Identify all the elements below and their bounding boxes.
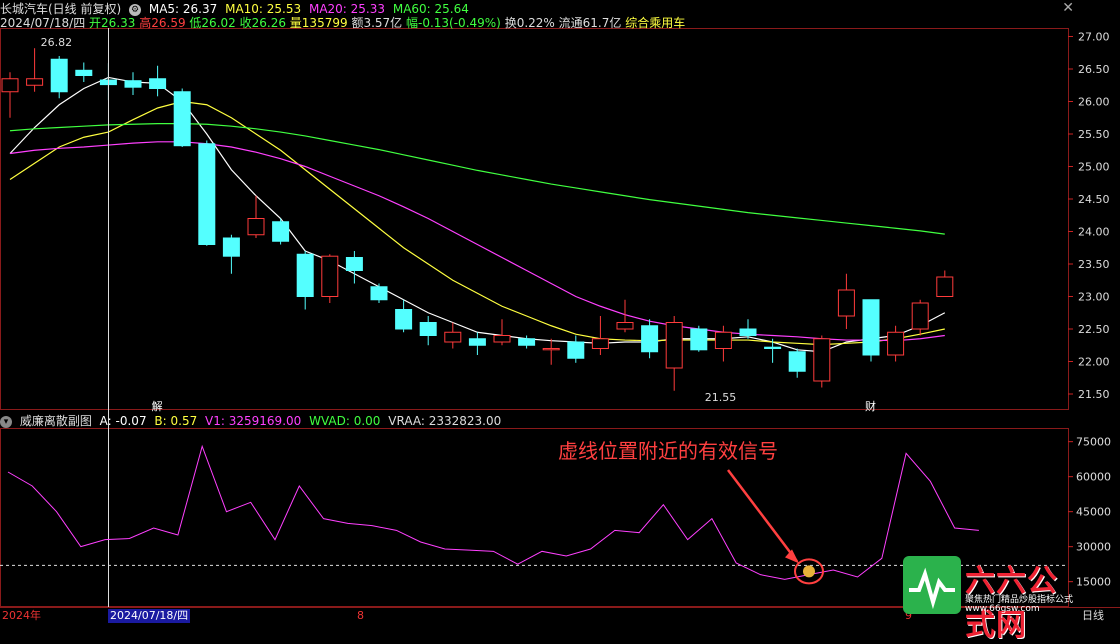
signal-annotation: 虚线位置附近的有效信号 <box>558 439 778 463</box>
candle-body-18 <box>444 331 462 343</box>
sub-vraa: VRAA: 2332823.00 <box>388 414 502 428</box>
logo-url: www.66gsw.com <box>965 604 1040 614</box>
candle-body-17 <box>419 322 437 336</box>
sub-v1: V1: 3259169.00 <box>205 414 302 428</box>
close-icon[interactable]: ✕ <box>1062 0 1074 16</box>
vraa-line <box>7 444 979 580</box>
candle-body-6 <box>149 78 167 89</box>
candle-body-5 <box>124 80 142 88</box>
annotation-label-3: 财 <box>865 399 876 413</box>
ma-line-ma5 <box>9 76 946 353</box>
y-tick-label-10: 22.00 <box>1078 356 1110 369</box>
quote-change: 幅-0.13(-0.49%) <box>406 16 501 30</box>
annotation-label-2: 解 <box>152 399 163 413</box>
sub-y-tick-label-0: 75000 <box>1076 436 1111 449</box>
candle-body-31 <box>764 346 782 350</box>
sub-a: A: -0.07 <box>99 414 147 428</box>
sub-b: B: 0.57 <box>154 414 198 428</box>
quote-line: 2024/07/18/四 开26.33 高26.59 低26.02 收26.26… <box>0 14 689 32</box>
y-tick-label-3: 25.50 <box>1078 128 1110 141</box>
quote-volume: 量135799 <box>289 16 348 30</box>
y-tick-label-4: 25.00 <box>1078 161 1110 174</box>
candle-body-34 <box>837 289 855 317</box>
x-label-aug: 8 <box>357 609 364 622</box>
candle-body-16 <box>395 309 413 330</box>
quote-low: 低26.02 <box>189 16 236 30</box>
candle-body-10 <box>247 218 265 236</box>
ma-line-ma10 <box>9 100 945 346</box>
quote-float: 流通61.7亿 <box>558 16 622 30</box>
sub-header: ▾ 威廉离散副图 A: -0.07 B: 0.57 V1: 3259169.00… <box>0 412 505 430</box>
candle-body-0 <box>1 78 19 93</box>
annotation-label-0: 26.82 <box>41 36 73 49</box>
y-tick-label-5: 24.50 <box>1078 193 1110 206</box>
site-logo: 六六公式网 聚焦热门精品炒股指标公式 www.66gsw.com <box>903 556 1073 643</box>
candle-body-32 <box>788 351 806 372</box>
y-tick-label-0: 27.00 <box>1078 31 1110 44</box>
signal-arrow <box>727 469 798 563</box>
quote-close: 收26.26 <box>239 16 286 30</box>
logo-mark-icon <box>903 556 961 614</box>
candle-body-35 <box>862 299 880 356</box>
candle-body-26 <box>641 325 659 353</box>
candle-body-14 <box>345 257 363 271</box>
period-label[interactable]: 日线 <box>1082 609 1104 623</box>
money-bag-icon <box>803 565 815 578</box>
y-tick-label-2: 26.00 <box>1078 96 1110 109</box>
arrow-head-icon <box>785 549 799 564</box>
candle-body-37 <box>911 302 929 330</box>
candle-body-13 <box>321 255 339 298</box>
candle-body-27 <box>665 322 683 369</box>
candle-body-19 <box>468 338 486 346</box>
candle-body-24 <box>591 338 609 349</box>
quote-high: 高26.59 <box>139 16 186 30</box>
sub-wvad: WVAD: 0.00 <box>309 414 381 428</box>
candle-body-2 <box>50 58 68 93</box>
candle-body-11 <box>272 221 290 242</box>
candle-body-12 <box>296 253 314 297</box>
candle-body-36 <box>887 331 905 356</box>
candle-body-23 <box>567 341 585 359</box>
sub-y-tick-label-2: 45000 <box>1076 506 1111 519</box>
quote-sector[interactable]: 综合乘用车 <box>625 16 685 30</box>
annotation-label-1: 21.55 <box>705 391 737 404</box>
candle-body-25 <box>616 322 634 330</box>
candle-body-15 <box>370 286 388 301</box>
y-tick-label-7: 23.50 <box>1078 258 1110 271</box>
quote-date: 2024/07/18/四 <box>0 16 86 30</box>
quote-amount: 额3.57亿 <box>351 16 403 30</box>
y-tick-label-6: 24.00 <box>1078 226 1110 239</box>
x-label-cursor: 2024/07/18/四 <box>108 609 191 623</box>
candle-body-33 <box>813 338 831 382</box>
candle-body-28 <box>690 328 708 351</box>
quote-turnover: 换0.22% <box>504 16 555 30</box>
candle-body-7 <box>173 91 191 147</box>
y-tick-label-8: 23.00 <box>1078 291 1110 304</box>
candle-body-3 <box>75 69 93 77</box>
candle-body-8 <box>198 143 216 245</box>
candle-body-20 <box>493 335 511 343</box>
ma-line-ma20 <box>9 141 945 342</box>
candle-body-29 <box>714 331 732 349</box>
candle-body-9 <box>222 237 240 257</box>
y-tick-label-1: 26.50 <box>1078 63 1110 76</box>
quote-open: 开26.33 <box>89 16 136 30</box>
sub-y-tick-label-1: 60000 <box>1076 471 1111 484</box>
candle-body-1 <box>26 78 44 86</box>
ma-line-ma60 <box>9 122 945 235</box>
y-tick-label-11: 21.50 <box>1078 388 1110 401</box>
chart-canvas[interactable]: 27.00 26.50 26.00 25.50 25.00 24.50 24.00 23.50… <box>0 0 1120 625</box>
sub-y-tick-label-3: 30000 <box>1076 541 1111 554</box>
candle-body-38 <box>936 276 954 297</box>
sub-title[interactable]: 威廉离散副图 <box>20 414 92 428</box>
y-tick-label-9: 22.50 <box>1078 323 1110 336</box>
candle-body-22 <box>542 348 560 351</box>
sub-y-tick-label-4: 15000 <box>1076 576 1111 589</box>
chevron-icon[interactable]: ▾ <box>0 415 12 428</box>
candle-body-30 <box>739 328 757 336</box>
x-label-year: 2024年 <box>2 609 41 622</box>
candle-body-21 <box>518 338 536 346</box>
